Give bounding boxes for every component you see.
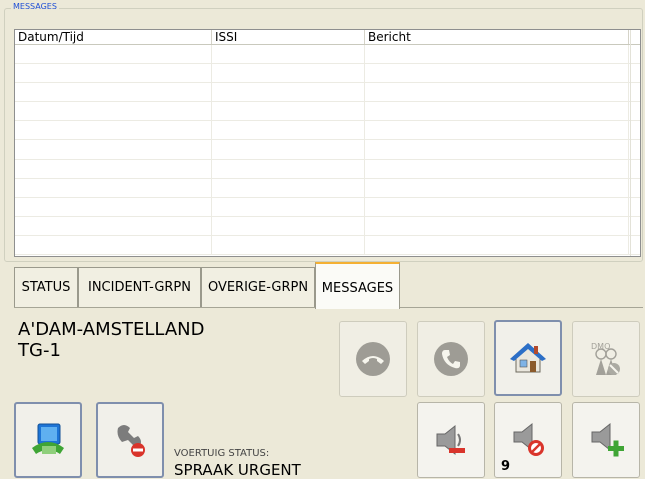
table-cell <box>365 178 629 197</box>
table-cell <box>212 159 365 178</box>
table-cell <box>212 121 365 140</box>
table-cell <box>15 235 212 255</box>
table-cell <box>365 102 629 121</box>
table-cell <box>212 45 365 64</box>
wrench-icon <box>117 425 145 457</box>
table-cell <box>15 216 212 235</box>
table-cell <box>365 45 629 64</box>
table-cell <box>212 140 365 159</box>
messages-grid-rows <box>15 45 640 256</box>
table-cell <box>15 121 212 140</box>
dmo-button[interactable]: DMO <box>572 321 640 397</box>
call-button[interactable] <box>417 321 485 397</box>
speaker-minus-icon <box>436 424 465 456</box>
table-row[interactable] <box>15 197 640 217</box>
mute-count: 9 <box>501 459 511 474</box>
tab-messages-label: MESSAGES <box>321 281 394 296</box>
phone-hangup-icon <box>356 342 390 376</box>
table-row[interactable] <box>15 178 640 198</box>
table-row[interactable] <box>15 159 640 179</box>
speaker-plus-icon <box>591 422 624 457</box>
table-cell <box>212 178 365 197</box>
talkgroup-name: A'DAM-AMSTELLAND <box>18 319 205 340</box>
messages-grid[interactable]: Datum/Tijd ISSI Bericht <box>14 29 641 257</box>
table-cell <box>365 235 629 255</box>
table-cell <box>365 140 629 159</box>
table-row[interactable] <box>15 216 640 236</box>
tab-overige-grpn[interactable]: OVERIGE-GRPN <box>201 267 315 307</box>
table-cell <box>365 64 629 83</box>
volume-up-button[interactable] <box>572 402 640 478</box>
home-icon <box>510 343 546 373</box>
table-cell <box>365 159 629 178</box>
table-cell <box>212 235 365 255</box>
table-row[interactable] <box>15 45 640 65</box>
table-cell <box>365 121 629 140</box>
table-cell <box>15 83 212 102</box>
network-button[interactable] <box>14 402 82 478</box>
column-header-bericht[interactable]: Bericht <box>365 30 629 44</box>
tab-overige-grpn-label: OVERIGE-GRPN <box>207 280 309 295</box>
home-button[interactable] <box>494 320 562 396</box>
table-cell <box>15 140 212 159</box>
grid-scroll-area[interactable] <box>630 30 640 256</box>
table-cell <box>365 197 629 216</box>
tab-status-label: STATUS <box>21 280 71 295</box>
table-row[interactable] <box>15 121 640 141</box>
vehicle-status-label: VOERTUIG STATUS: <box>174 448 270 459</box>
table-cell <box>365 83 629 102</box>
talkgroup-display: A'DAM-AMSTELLAND TG-1 <box>18 319 205 361</box>
table-cell <box>212 83 365 102</box>
table-row[interactable] <box>15 140 640 160</box>
table-cell <box>212 216 365 235</box>
messages-group-title: MESSAGES <box>11 2 59 11</box>
phone-call-icon <box>434 342 468 376</box>
column-header-datum-tijd[interactable]: Datum/Tijd <box>15 30 212 44</box>
table-cell <box>15 45 212 64</box>
hangup-button[interactable] <box>339 321 407 397</box>
vehicle-status-value: SPRAAK URGENT <box>174 461 301 479</box>
volume-down-button[interactable] <box>417 402 485 478</box>
network-computer-icon <box>32 423 64 454</box>
table-cell <box>212 64 365 83</box>
table-row[interactable] <box>15 102 640 122</box>
talkgroup-id: TG-1 <box>18 340 61 361</box>
dmo-icon: DMO <box>591 342 620 375</box>
table-cell <box>365 216 629 235</box>
table-cell <box>15 64 212 83</box>
table-cell <box>15 102 212 121</box>
table-cell <box>15 159 212 178</box>
table-cell <box>212 102 365 121</box>
table-cell <box>15 178 212 197</box>
table-row[interactable] <box>15 64 640 84</box>
speaker-mute-icon <box>513 422 544 456</box>
settings-button[interactable] <box>96 402 164 478</box>
messages-grid-header: Datum/Tijd ISSI Bericht <box>15 30 640 45</box>
tab-messages[interactable]: MESSAGES <box>315 262 400 309</box>
table-cell <box>212 197 365 216</box>
tab-status[interactable]: STATUS <box>14 267 78 307</box>
tab-bar: STATUS INCIDENT-GRPN OVERIGE-GRPN MESSAG… <box>14 262 643 309</box>
column-header-issi[interactable]: ISSI <box>212 30 365 44</box>
table-row[interactable] <box>15 83 640 103</box>
table-row[interactable] <box>15 235 640 256</box>
table-cell <box>15 197 212 216</box>
tab-incident-grpn[interactable]: INCIDENT-GRPN <box>78 267 201 307</box>
tab-incident-grpn-label: INCIDENT-GRPN <box>87 280 191 295</box>
mute-button[interactable]: 9 <box>494 402 562 478</box>
